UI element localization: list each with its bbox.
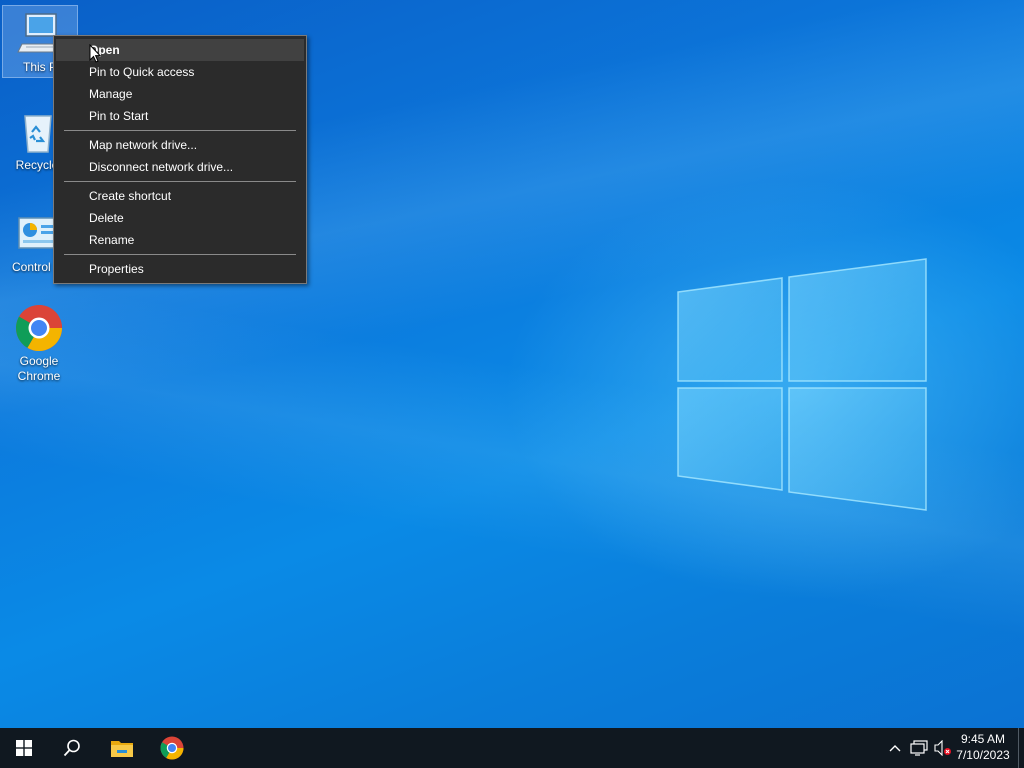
menu-item-rename[interactable]: Rename xyxy=(56,229,304,251)
taskbar-clock[interactable]: 9:45 AM 7/10/2023 xyxy=(952,731,1014,763)
context-menu: Open Pin to Quick access Manage Pin to S… xyxy=(53,35,307,284)
taskbar-chrome[interactable] xyxy=(148,728,196,768)
network-button[interactable] xyxy=(907,728,931,768)
volume-button[interactable] xyxy=(932,728,954,768)
menu-item-create-shortcut[interactable]: Create shortcut xyxy=(56,185,304,207)
volume-muted-icon xyxy=(934,740,951,756)
clock-date: 7/10/2023 xyxy=(956,748,1010,762)
network-icon xyxy=(910,740,928,756)
windows-logo-icon xyxy=(16,740,32,756)
file-explorer-icon xyxy=(111,741,133,757)
menu-separator xyxy=(64,181,296,182)
show-hidden-icons-button[interactable] xyxy=(884,728,906,768)
menu-item-properties[interactable]: Properties xyxy=(56,258,304,280)
start-button[interactable] xyxy=(0,728,48,768)
menu-item-manage[interactable]: Manage xyxy=(56,83,304,105)
menu-item-map-network-drive[interactable]: Map network drive... xyxy=(56,134,304,156)
taskbar-file-explorer[interactable] xyxy=(98,728,146,768)
menu-item-delete[interactable]: Delete xyxy=(56,207,304,229)
taskbar: 9:45 AM 7/10/2023 xyxy=(0,728,1024,768)
mouse-pointer-icon xyxy=(89,44,101,63)
show-desktop-button[interactable] xyxy=(1018,728,1024,768)
windows-wallpaper-logo xyxy=(677,258,927,511)
menu-item-pin-to-start[interactable]: Pin to Start xyxy=(56,105,304,127)
desktop[interactable]: This P Recycle Control P Google Chrome O… xyxy=(0,0,1024,728)
menu-separator xyxy=(64,130,296,131)
menu-separator xyxy=(64,254,296,255)
chrome-icon xyxy=(15,304,63,352)
desktop-icon-label-line2: Chrome xyxy=(17,369,61,383)
menu-item-pin-to-quick-access[interactable]: Pin to Quick access xyxy=(56,61,304,83)
chrome-icon xyxy=(160,736,184,760)
clock-time: 9:45 AM xyxy=(960,732,1006,746)
search-icon xyxy=(63,739,80,757)
desktop-icon-google-chrome[interactable]: Google Chrome xyxy=(2,300,76,386)
search-button[interactable] xyxy=(48,728,96,768)
menu-item-disconnect-network-drive[interactable]: Disconnect network drive... xyxy=(56,156,304,178)
chevron-up-icon xyxy=(889,745,901,752)
